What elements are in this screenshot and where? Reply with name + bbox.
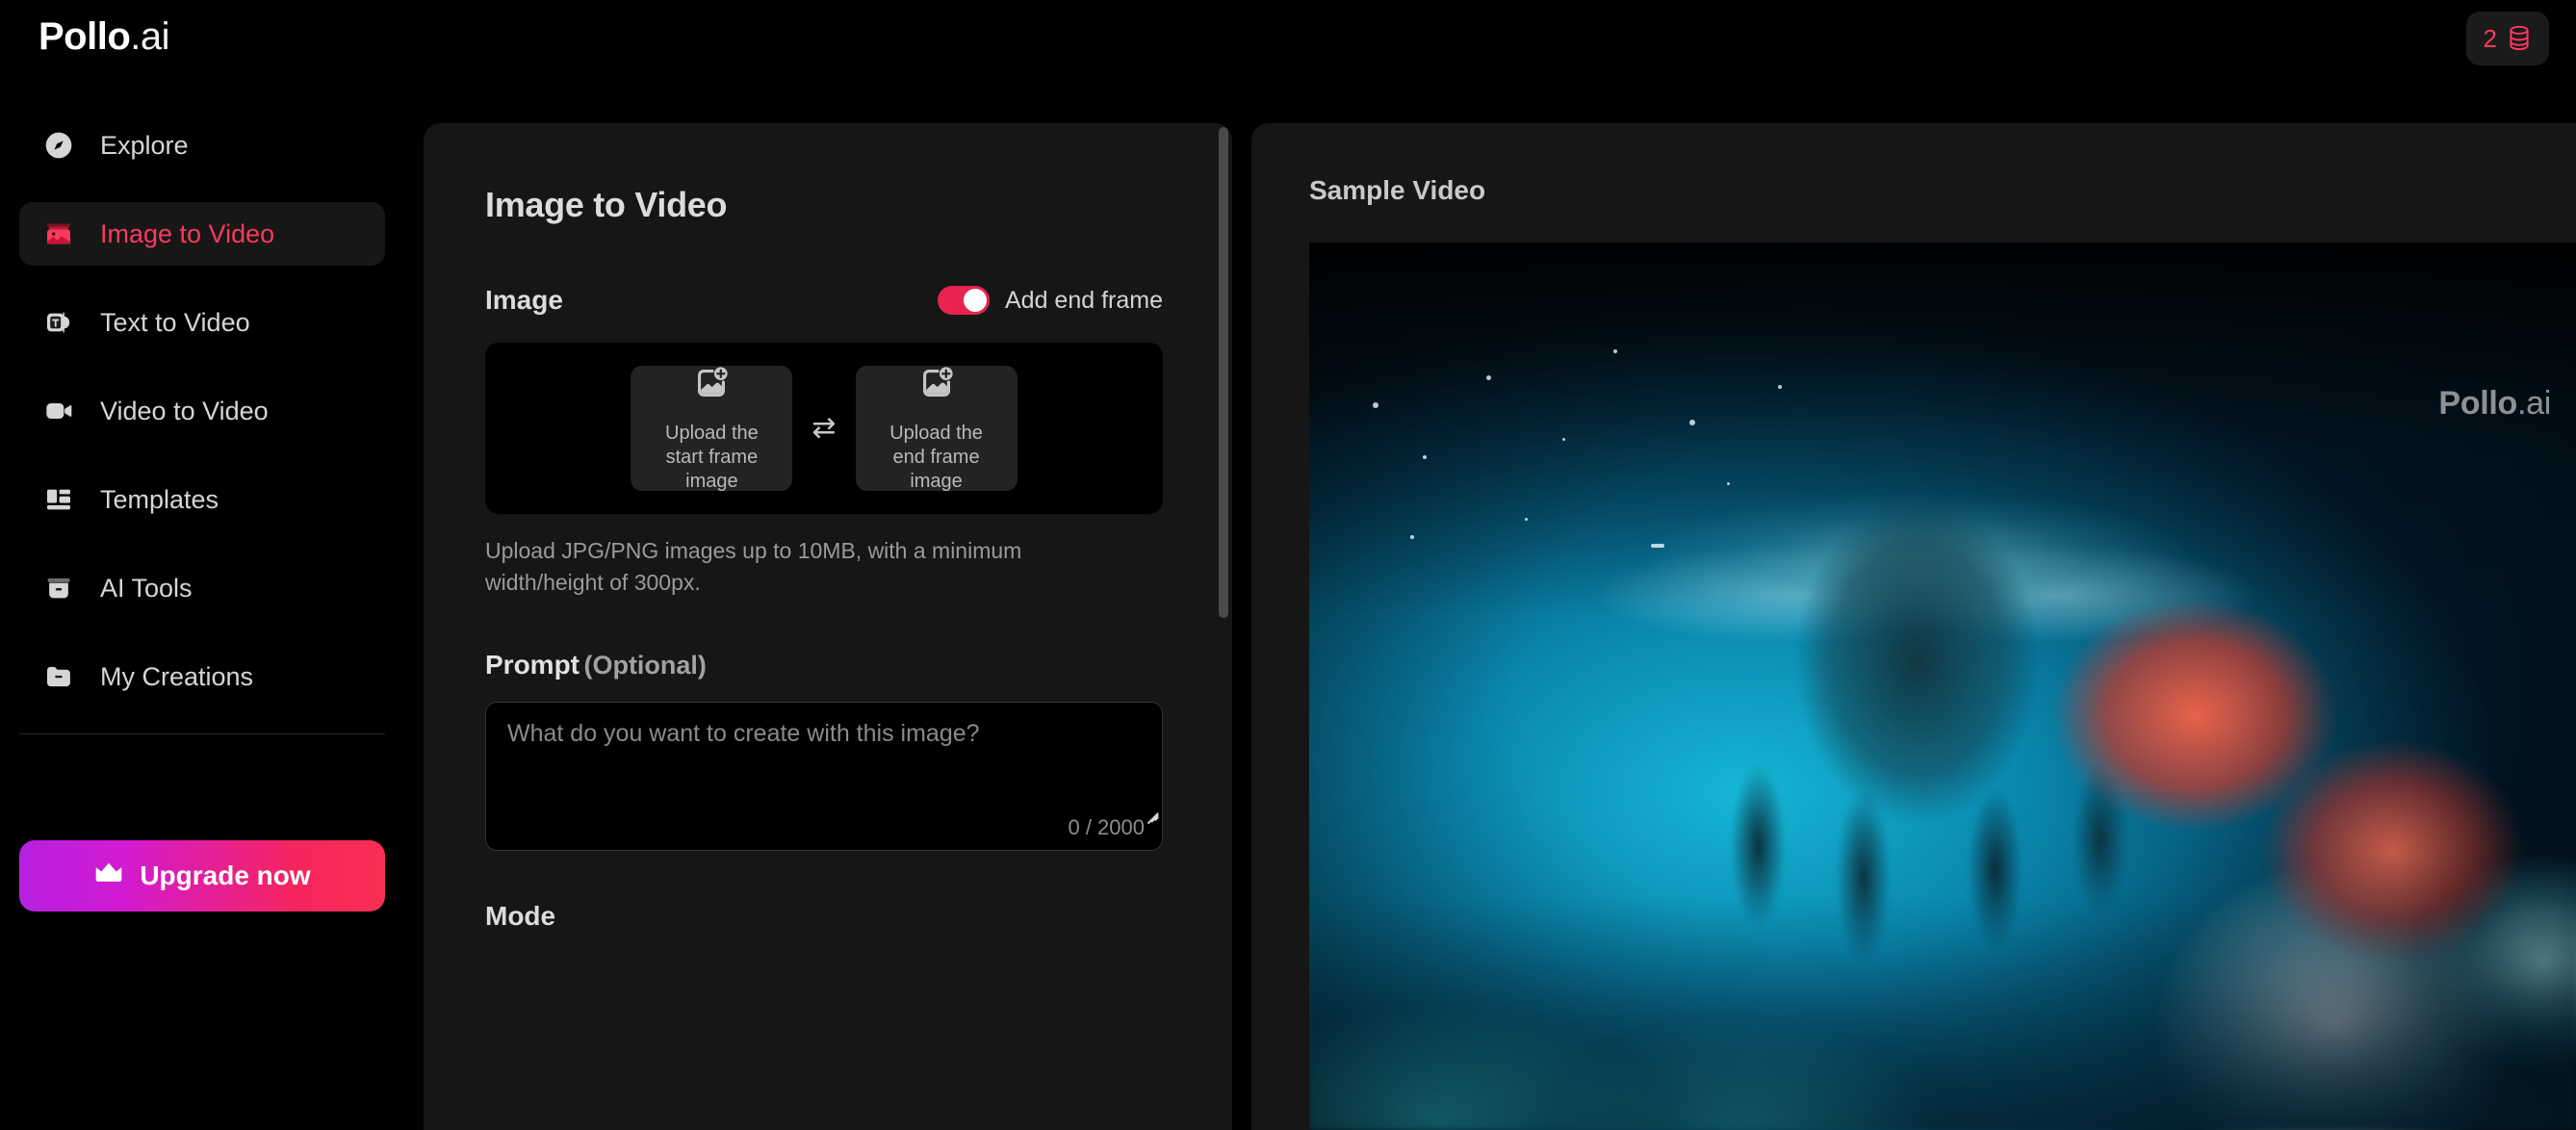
crown-icon bbox=[93, 860, 124, 893]
sidebar-item-label: Video to Video bbox=[100, 396, 269, 425]
toggle-knob bbox=[964, 289, 987, 312]
logo-text-light: .ai bbox=[130, 15, 170, 58]
sample-video-player[interactable]: Pollo.ai bbox=[1309, 243, 2576, 1130]
app-logo[interactable]: Pollo.ai bbox=[39, 15, 170, 59]
prompt-label: Prompt bbox=[485, 649, 580, 680]
prompt-input[interactable]: What do you want to create with this ima… bbox=[485, 701, 1163, 851]
sidebar-item-explore[interactable]: Explore bbox=[19, 114, 385, 177]
sidebar: Explore Image to Video Text to Video Vid… bbox=[0, 114, 404, 1130]
page-title: Image to Video bbox=[485, 185, 728, 224]
credits-badge[interactable]: 2 bbox=[2465, 12, 2549, 65]
sidebar-item-label: My Creations bbox=[100, 661, 254, 691]
prompt-optional-label: (Optional) bbox=[583, 650, 707, 680]
sidebar-divider bbox=[19, 733, 385, 734]
image-section-header: Image Add end frame bbox=[485, 285, 1163, 316]
image-video-icon bbox=[42, 218, 75, 250]
upload-area: Upload the start frame image ⇄ Upload th… bbox=[485, 343, 1163, 514]
sample-video-panel: Sample Video Pollo.ai bbox=[1251, 123, 2576, 1130]
upgrade-now-button[interactable]: Upgrade now bbox=[19, 840, 385, 912]
logo-text-bold: Pollo bbox=[39, 15, 131, 58]
end-frame-upload-label: Upload the end frame image bbox=[889, 423, 983, 492]
prompt-placeholder: What do you want to create with this ima… bbox=[507, 719, 980, 747]
sidebar-item-video-to-video[interactable]: Video to Video bbox=[19, 379, 385, 443]
add-end-frame-label: Add end frame bbox=[1005, 286, 1163, 314]
upload-hint-text: Upload JPG/PNG images up to 10MB, with a… bbox=[485, 538, 1022, 596]
mode-section-label: Mode bbox=[485, 900, 556, 931]
sidebar-item-image-to-video[interactable]: Image to Video bbox=[19, 202, 385, 266]
image-to-video-form-panel: Image to Video Image Add end frame Uploa… bbox=[424, 123, 1232, 1130]
add-end-frame-toggle[interactable]: Add end frame bbox=[938, 286, 1163, 315]
sidebar-item-ai-tools[interactable]: AI Tools bbox=[19, 556, 385, 620]
coin-stack-icon bbox=[2507, 25, 2532, 52]
image-plus-icon bbox=[691, 363, 732, 408]
underwater-scene-image bbox=[1309, 243, 2576, 1130]
sidebar-item-my-creations[interactable]: My Creations bbox=[19, 645, 385, 708]
text-video-icon bbox=[42, 306, 75, 339]
image-plus-icon bbox=[916, 363, 957, 408]
sidebar-item-label: Explore bbox=[100, 130, 189, 160]
sidebar-item-label: Image to Video bbox=[100, 218, 275, 248]
folder-icon bbox=[42, 660, 75, 693]
compass-icon bbox=[42, 129, 75, 162]
toolbox-icon bbox=[42, 572, 75, 604]
start-frame-upload-box[interactable]: Upload the start frame image bbox=[631, 363, 793, 492]
end-frame-upload-box[interactable]: Upload the end frame image bbox=[855, 363, 1018, 492]
prompt-section-header: Prompt (Optional) bbox=[485, 650, 1163, 681]
credits-count: 2 bbox=[2483, 23, 2497, 53]
upgrade-now-label: Upgrade now bbox=[140, 860, 311, 890]
toggle-track bbox=[938, 286, 990, 315]
textarea-resize-handle[interactable] bbox=[1143, 800, 1159, 824]
image-section-label: Image bbox=[485, 285, 563, 315]
prompt-character-counter: 0 / 2000 bbox=[1068, 814, 1145, 839]
sidebar-item-label: Templates bbox=[100, 484, 219, 514]
sidebar-item-label: Text to Video bbox=[100, 307, 250, 337]
video-camera-icon bbox=[42, 395, 75, 427]
templates-grid-icon bbox=[42, 483, 75, 516]
swap-horizontal-icon[interactable]: ⇄ bbox=[808, 414, 839, 443]
sidebar-item-label: AI Tools bbox=[100, 573, 193, 603]
sidebar-item-templates[interactable]: Templates bbox=[19, 468, 385, 531]
form-panel-scrollbar-thumb[interactable] bbox=[1219, 127, 1228, 618]
sidebar-item-text-to-video[interactable]: Text to Video bbox=[19, 291, 385, 354]
start-frame-upload-label: Upload the start frame image bbox=[665, 423, 759, 492]
sample-video-title: Sample Video bbox=[1309, 175, 1486, 205]
